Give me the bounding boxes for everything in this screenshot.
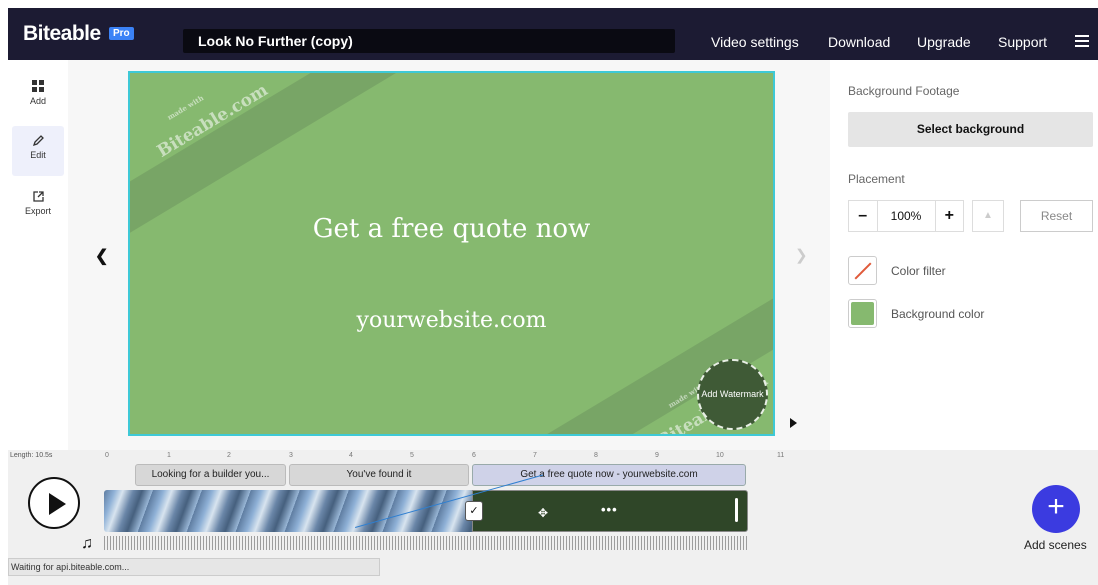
left-toolbar: Add Edit Export <box>8 60 68 450</box>
checkmark-icon[interactable]: ✓ <box>465 501 483 521</box>
swatch-fill <box>851 302 874 325</box>
nav-support[interactable]: Support <box>998 34 1047 50</box>
clip-trim-handle[interactable] <box>735 498 738 522</box>
placement-label: Placement <box>848 172 905 186</box>
top-bar: Biteable Pro Look No Further (copy) Vide… <box>8 8 1098 60</box>
canvas-headline[interactable]: Get a free quote now <box>130 214 773 244</box>
play-preview-icon[interactable] <box>790 418 797 428</box>
select-background-button[interactable]: Select background <box>848 112 1093 147</box>
ruler-tick: 1 <box>167 452 171 459</box>
ruler-tick: 8 <box>594 452 598 459</box>
hamburger-menu-icon[interactable] <box>1075 35 1089 47</box>
add-scenes-button[interactable]: + <box>1032 485 1080 533</box>
pencil-icon <box>12 134 64 148</box>
ruler-tick: 9 <box>655 452 659 459</box>
no-filter-icon <box>854 262 872 280</box>
sidebar-item-label: Export <box>24 206 51 216</box>
background-color-swatch[interactable] <box>848 299 877 328</box>
zoom-value[interactable]: 100% <box>876 201 936 231</box>
zoom-plus-button[interactable]: + <box>936 207 964 225</box>
sidebar-item-add[interactable]: Add <box>12 72 64 122</box>
play-icon <box>49 493 66 515</box>
nav-video-settings[interactable]: Video settings <box>711 34 799 50</box>
scene-tab-1[interactable]: Looking for a builder you... <box>135 464 286 486</box>
logo[interactable]: Biteable <box>23 22 101 46</box>
music-note-icon[interactable]: ♫ <box>81 535 93 553</box>
status-bar: Waiting for api.biteable.com... <box>8 558 380 576</box>
ruler-tick: 3 <box>289 452 293 459</box>
timeline: Length: 10.5s 0 1 2 3 4 5 6 7 8 9 10 11 … <box>8 450 1098 585</box>
sidebar-item-label: Edit <box>30 150 46 160</box>
pro-badge: Pro <box>109 27 134 40</box>
ruler-tick: 7 <box>533 452 537 459</box>
background-footage-label: Background Footage <box>848 84 960 98</box>
add-watermark-button[interactable]: Add Watermark <box>697 359 768 430</box>
ruler-tick: 10 <box>716 452 724 459</box>
timeline-ruler[interactable]: 0 1 2 3 4 5 6 7 8 9 10 11 <box>8 450 1098 462</box>
prev-scene-arrow-icon[interactable]: ❮ <box>95 246 108 266</box>
ruler-tick: 11 <box>777 452 785 459</box>
audio-waveform[interactable] <box>104 536 749 550</box>
project-title-input[interactable]: Look No Further (copy) <box>183 29 675 53</box>
scene-canvas[interactable]: made with Biteable.com made with Biteabl… <box>128 71 775 436</box>
biteable-editor: Biteable Pro Look No Further (copy) Vide… <box>0 0 1098 585</box>
ruler-tick: 6 <box>472 452 476 459</box>
scene-clip-track[interactable] <box>104 490 472 532</box>
sidebar-item-label: Add <box>29 96 46 106</box>
flip-icon[interactable]: ▲ <box>972 200 1004 232</box>
canvas-subline[interactable]: yourwebsite.com <box>130 308 773 333</box>
zoom-stepper: – 100% + <box>848 200 964 232</box>
play-button[interactable] <box>28 477 80 529</box>
next-scene-arrow-icon[interactable]: ❯ <box>795 246 808 264</box>
background-color-label[interactable]: Background color <box>891 307 984 321</box>
more-options-icon[interactable]: ••• <box>601 502 618 517</box>
ruler-tick: 5 <box>410 452 414 459</box>
add-scenes-label[interactable]: Add scenes <box>1024 538 1087 552</box>
ruler-tick: 2 <box>227 452 231 459</box>
ruler-tick: 4 <box>349 452 353 459</box>
ruler-tick: 0 <box>105 452 109 459</box>
move-icon[interactable]: ✥ <box>538 506 548 520</box>
color-filter-swatch[interactable] <box>848 256 877 285</box>
sidebar-item-export[interactable]: Export <box>12 182 64 232</box>
reset-button[interactable]: Reset <box>1020 200 1093 232</box>
nav-upgrade[interactable]: Upgrade <box>917 34 971 50</box>
color-filter-label[interactable]: Color filter <box>891 264 946 278</box>
sidebar-item-edit[interactable]: Edit <box>12 126 64 176</box>
scene-tab-2[interactable]: You've found it <box>289 464 469 486</box>
export-icon <box>12 190 64 204</box>
properties-panel: Background Footage Select background Pla… <box>830 60 1098 450</box>
zoom-minus-button[interactable]: – <box>849 207 877 225</box>
grid-icon <box>12 80 64 94</box>
nav-download[interactable]: Download <box>828 34 890 50</box>
